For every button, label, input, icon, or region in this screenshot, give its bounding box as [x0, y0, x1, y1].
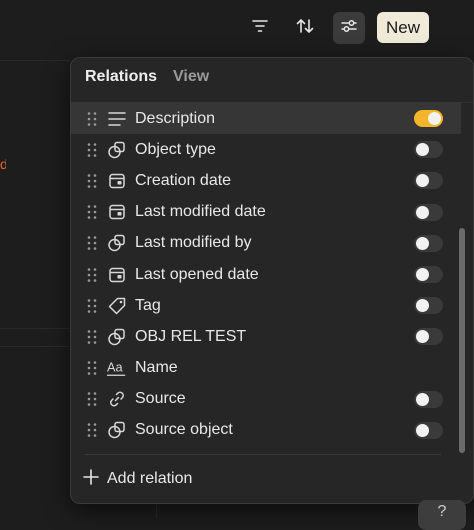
tab-view[interactable]: View — [173, 68, 209, 90]
help-button[interactable]: ? — [418, 500, 466, 530]
filter-icon — [251, 17, 269, 40]
new-button[interactable]: New — [377, 12, 429, 43]
object-shapes-icon — [107, 233, 127, 253]
relation-label: Object type — [135, 140, 216, 158]
relation-label: Last modified date — [135, 203, 266, 221]
add-relation-button[interactable]: Add relation — [83, 467, 192, 491]
relation-row[interactable]: Tag — [71, 290, 461, 321]
relation-label: Description — [135, 109, 216, 127]
drag-handle-icon[interactable] — [86, 422, 98, 438]
relation-label: Last modified by — [135, 234, 252, 252]
drag-handle-icon[interactable] — [86, 391, 98, 407]
panel-tabs: Relations View — [85, 68, 209, 90]
relation-visibility-toggle[interactable] — [414, 203, 443, 221]
relation-row[interactable]: Source — [71, 384, 461, 415]
relation-visibility-toggle[interactable] — [414, 266, 443, 284]
footer-divider — [85, 454, 441, 455]
relation-label: Name — [135, 359, 178, 377]
text-lines-icon — [107, 109, 127, 129]
relation-label: Source — [135, 390, 186, 408]
drag-handle-icon[interactable] — [86, 267, 98, 283]
relation-visibility-toggle[interactable] — [414, 328, 443, 346]
relation-visibility-toggle[interactable] — [414, 421, 443, 439]
drag-handle-icon[interactable] — [86, 173, 98, 189]
calendar-icon — [107, 202, 127, 222]
relation-row[interactable]: OBJ REL TEST — [71, 321, 461, 352]
drag-handle-icon[interactable] — [86, 329, 98, 345]
object-shapes-icon — [107, 327, 127, 347]
tag-icon — [107, 296, 127, 316]
tab-relations[interactable]: Relations — [85, 68, 157, 90]
background-accent-text-fragment: d — [0, 158, 6, 170]
toggle-knob — [416, 299, 429, 313]
relation-visibility-toggle[interactable] — [414, 297, 443, 315]
relation-visibility-toggle[interactable] — [414, 390, 443, 408]
toolbar: New — [0, 0, 474, 56]
toggle-knob — [416, 174, 429, 188]
relation-row[interactable]: Object type — [71, 134, 461, 165]
relation-visibility-toggle[interactable] — [414, 141, 443, 159]
relation-label: Creation date — [135, 171, 232, 189]
link-icon — [107, 389, 127, 409]
sliders-icon — [340, 17, 358, 40]
plus-icon — [83, 468, 99, 490]
relation-visibility-toggle[interactable] — [414, 172, 443, 190]
relation-row[interactable]: Description — [71, 103, 461, 135]
toggle-knob — [416, 423, 429, 437]
toggle-knob — [416, 205, 429, 219]
relation-visibility-toggle[interactable] — [414, 110, 443, 128]
calendar-icon — [107, 265, 127, 285]
sort-icon — [295, 17, 315, 40]
toggle-knob — [416, 143, 429, 157]
toggle-knob — [416, 236, 429, 250]
relations-list: Description Object type Creation date Last … — [71, 103, 461, 446]
calendar-icon — [107, 171, 127, 191]
name-aa-icon: Aa — [107, 358, 127, 378]
background-divider-middle — [0, 328, 70, 329]
relation-row[interactable]: Creation date — [71, 165, 461, 196]
view-settings-button[interactable] — [333, 12, 365, 44]
relation-row[interactable]: Last modified by — [71, 228, 461, 259]
relation-row[interactable]: Source object — [71, 415, 461, 446]
relation-row[interactable]: Aa Name — [71, 353, 461, 384]
toggle-knob — [428, 112, 441, 126]
toggle-knob — [416, 330, 429, 344]
filter-button[interactable] — [244, 12, 276, 44]
object-shapes-icon — [107, 140, 127, 160]
relation-label: Source object — [135, 421, 233, 439]
view-settings-panel: Relations View Description Object type Cre… — [70, 57, 474, 504]
background-divider-lower — [0, 346, 70, 347]
drag-handle-icon[interactable] — [86, 235, 98, 251]
relation-label: OBJ REL TEST — [135, 327, 247, 345]
object-shapes-icon — [107, 420, 127, 440]
toggle-knob — [416, 268, 429, 282]
relation-label: Tag — [135, 296, 161, 314]
add-relation-label: Add relation — [107, 470, 193, 487]
drag-handle-icon[interactable] — [86, 298, 98, 314]
scrollbar[interactable] — [459, 228, 465, 453]
drag-handle-icon[interactable] — [86, 204, 98, 220]
svg-text:Aa: Aa — [107, 360, 123, 375]
drag-handle-icon[interactable] — [86, 360, 98, 376]
drag-handle-icon[interactable] — [86, 142, 98, 158]
relation-visibility-toggle[interactable] — [414, 234, 443, 252]
sort-button[interactable] — [289, 12, 321, 44]
relation-row[interactable]: Last opened date — [71, 259, 461, 290]
background-divider-top — [0, 60, 70, 61]
relation-row[interactable]: Last modified date — [71, 197, 461, 228]
drag-handle-icon[interactable] — [86, 111, 98, 127]
toggle-knob — [416, 392, 429, 406]
relation-label: Last opened date — [135, 265, 259, 283]
